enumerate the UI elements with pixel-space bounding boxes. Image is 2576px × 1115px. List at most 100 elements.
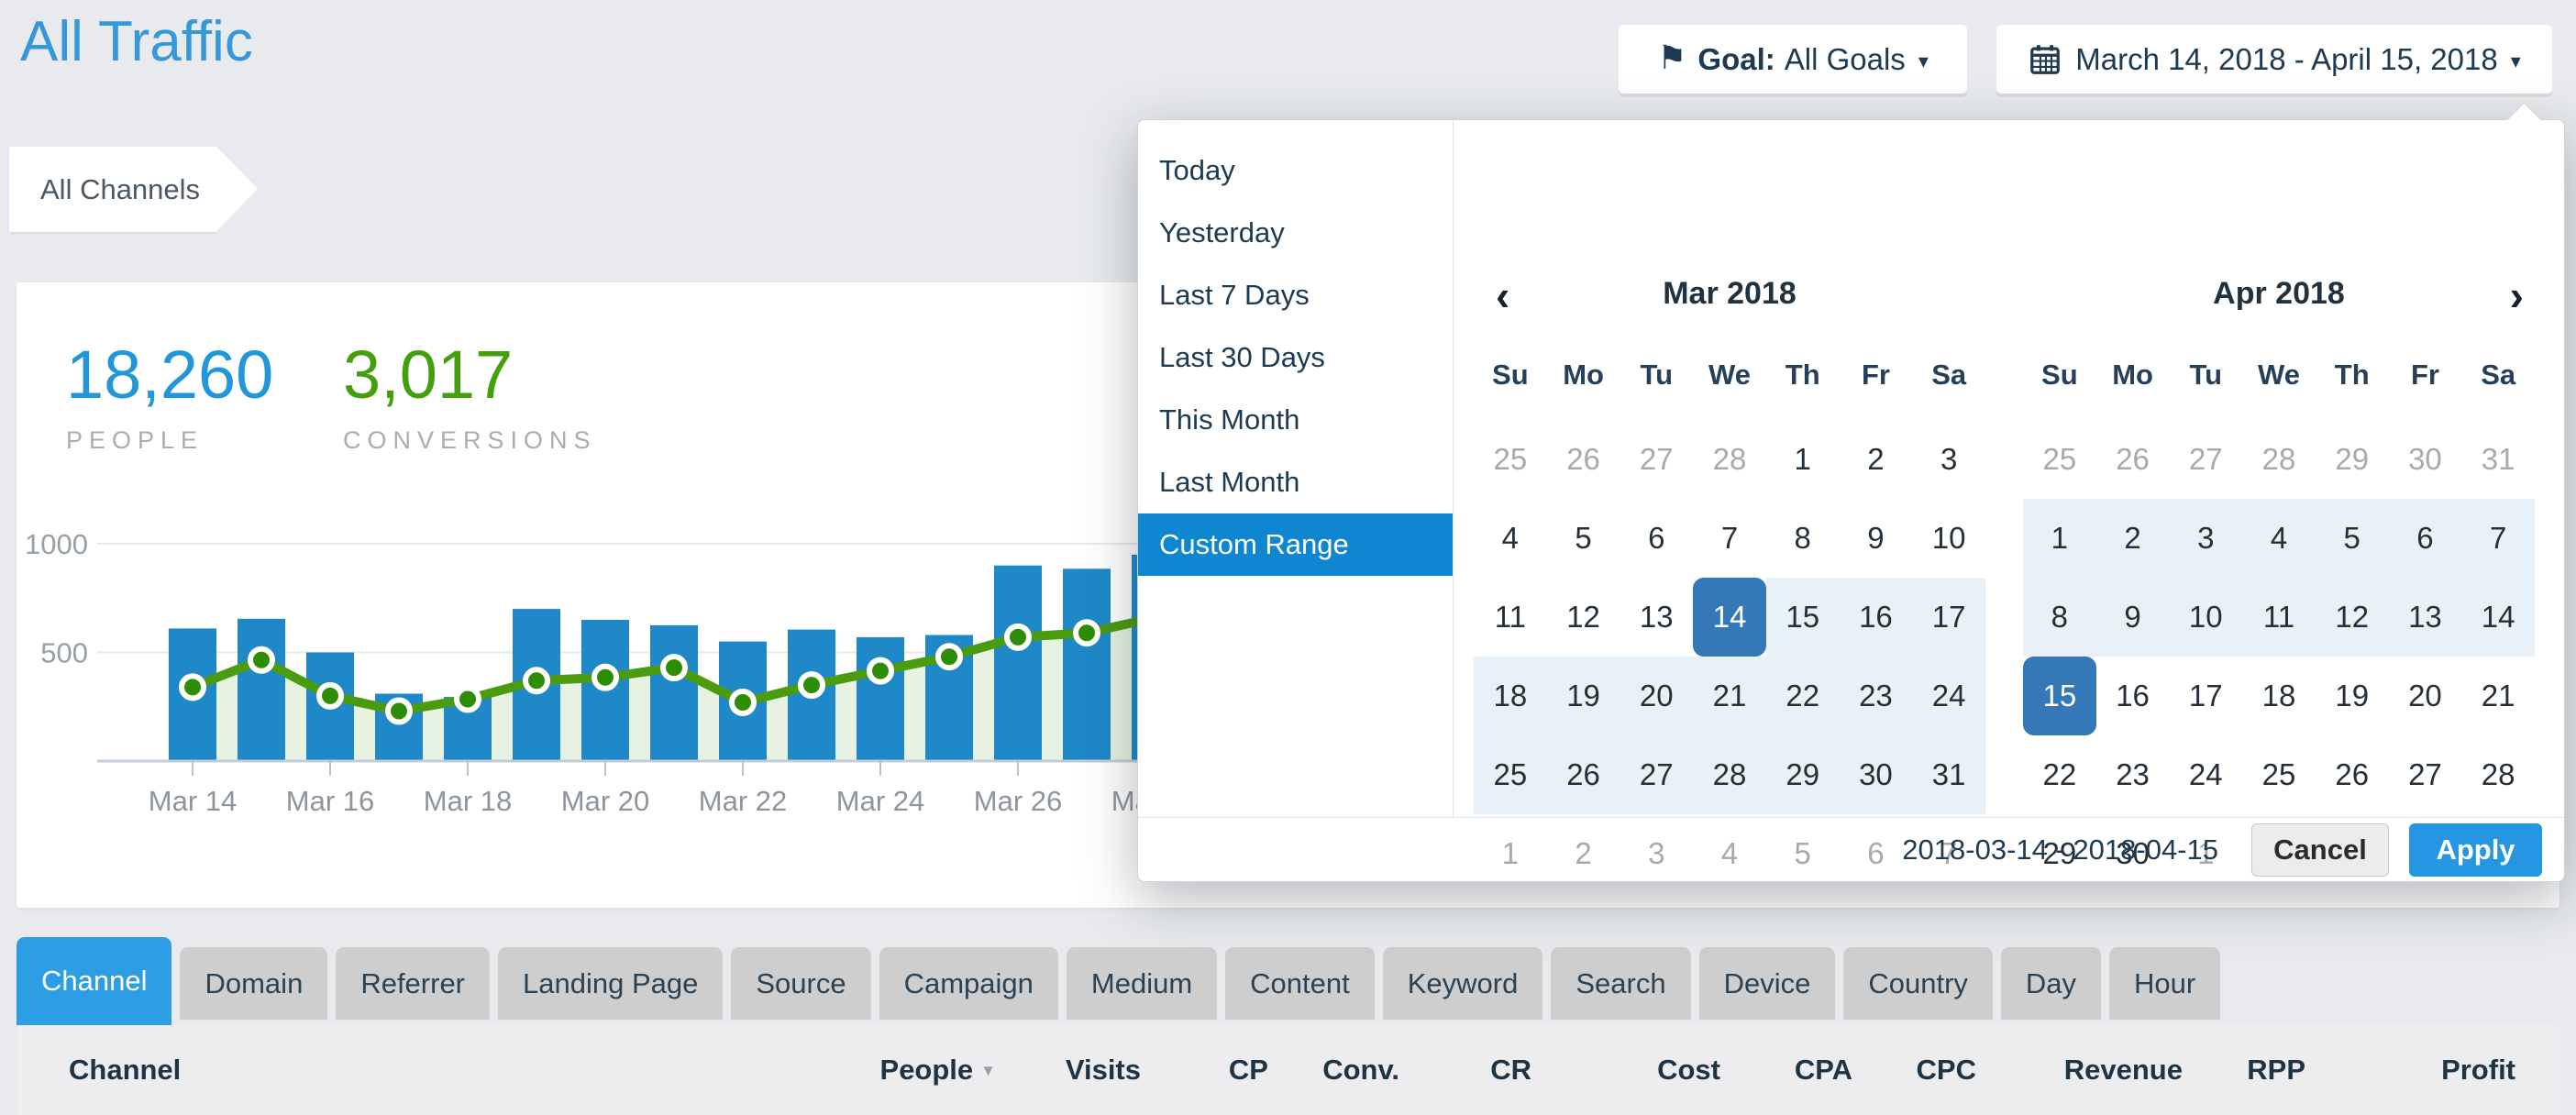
day-cell[interactable]: 8 [2023, 578, 2096, 657]
preset-this-month[interactable]: This Month [1138, 389, 1453, 451]
day-cell[interactable]: 16 [2096, 657, 2170, 735]
day-cell[interactable]: 19 [1547, 657, 1620, 735]
tab-campaign[interactable]: Campaign [879, 947, 1058, 1020]
day-cell[interactable]: 29 [2316, 420, 2389, 499]
day-cell[interactable]: 31 [2461, 420, 2535, 499]
preset-last-month[interactable]: Last Month [1138, 451, 1453, 513]
day-cell[interactable]: 7 [1693, 499, 1766, 578]
column-header-profit[interactable]: Profit [2305, 1054, 2515, 1087]
day-cell[interactable]: 28 [1693, 420, 1766, 499]
day-cell[interactable]: 26 [2096, 420, 2170, 499]
tab-referrer[interactable]: Referrer [336, 947, 490, 1020]
day-cell[interactable]: 19 [2316, 657, 2389, 735]
day-cell[interactable]: 8 [1766, 499, 1840, 578]
tab-content[interactable]: Content [1225, 947, 1375, 1020]
column-header-cr[interactable]: CR [1399, 1054, 1531, 1087]
day-cell[interactable]: 4 [1474, 499, 1547, 578]
day-cell[interactable]: 22 [2023, 735, 2096, 814]
column-header-revenue[interactable]: Revenue [1976, 1054, 2183, 1087]
day-cell[interactable]: 18 [2242, 657, 2316, 735]
day-cell[interactable]: 4 [2242, 499, 2316, 578]
day-cell[interactable]: 15 [2023, 657, 2096, 735]
preset-today[interactable]: Today [1138, 139, 1453, 202]
column-header-cpa[interactable]: CPA [1720, 1054, 1852, 1087]
day-cell[interactable]: 27 [1620, 735, 1693, 814]
day-cell[interactable]: 25 [2242, 735, 2316, 814]
day-cell[interactable]: 26 [1547, 735, 1620, 814]
day-cell[interactable]: 27 [1620, 420, 1693, 499]
day-cell[interactable]: 29 [1766, 735, 1840, 814]
column-header-cp[interactable]: CP [1141, 1054, 1268, 1087]
day-cell[interactable]: 28 [2461, 735, 2535, 814]
day-cell[interactable]: 31 [1912, 735, 1985, 814]
day-cell[interactable]: 23 [2096, 735, 2170, 814]
day-cell[interactable]: 5 [1547, 499, 1620, 578]
day-cell[interactable]: 24 [1912, 657, 1985, 735]
tab-medium[interactable]: Medium [1067, 947, 1217, 1020]
tab-domain[interactable]: Domain [180, 947, 327, 1020]
day-cell[interactable]: 6 [1620, 499, 1693, 578]
day-cell[interactable]: 23 [1840, 657, 1913, 735]
day-cell[interactable]: 26 [1547, 420, 1620, 499]
day-cell[interactable]: 26 [2316, 735, 2389, 814]
day-cell[interactable]: 1 [2023, 499, 2096, 578]
tab-channel[interactable]: Channel [17, 937, 171, 1025]
day-cell[interactable]: 9 [2096, 578, 2170, 657]
tab-day[interactable]: Day [2001, 947, 2101, 1020]
day-cell[interactable]: 3 [1912, 420, 1985, 499]
day-cell[interactable]: 14 [2461, 578, 2535, 657]
preset-custom-range[interactable]: Custom Range [1138, 513, 1453, 576]
column-header-conv-[interactable]: Conv. [1268, 1054, 1399, 1087]
day-cell[interactable]: 24 [2169, 735, 2242, 814]
day-cell[interactable]: 30 [1840, 735, 1913, 814]
day-cell[interactable]: 11 [2242, 578, 2316, 657]
day-cell[interactable]: 16 [1840, 578, 1913, 657]
column-header-people[interactable]: People▼ [721, 1054, 996, 1087]
day-cell[interactable]: 25 [1474, 735, 1547, 814]
tab-keyword[interactable]: Keyword [1383, 947, 1543, 1020]
column-header-cpc[interactable]: CPC [1852, 1054, 1976, 1087]
day-cell[interactable]: 20 [2389, 657, 2462, 735]
day-cell[interactable]: 2 [2096, 499, 2170, 578]
goal-selector-button[interactable]: ⚑ Goal: All Goals ▾ [1619, 25, 1967, 94]
day-cell[interactable]: 10 [2169, 578, 2242, 657]
day-cell[interactable]: 28 [1693, 735, 1766, 814]
cancel-button[interactable]: Cancel [2251, 823, 2389, 877]
date-range-button[interactable]: March 14, 2018 - April 15, 2018 ▾ [1996, 25, 2552, 94]
column-header-channel[interactable]: Channel [17, 1054, 721, 1087]
preset-last-30-days[interactable]: Last 30 Days [1138, 326, 1453, 389]
day-cell[interactable]: 6 [2389, 499, 2462, 578]
day-cell[interactable]: 25 [1474, 420, 1547, 499]
day-cell[interactable]: 12 [2316, 578, 2389, 657]
day-cell[interactable]: 7 [2461, 499, 2535, 578]
day-cell[interactable]: 9 [1840, 499, 1913, 578]
day-cell[interactable]: 2 [1840, 420, 1913, 499]
day-cell[interactable]: 10 [1912, 499, 1985, 578]
preset-last-7-days[interactable]: Last 7 Days [1138, 264, 1453, 326]
day-cell[interactable]: 21 [1693, 657, 1766, 735]
tab-search[interactable]: Search [1551, 947, 1690, 1020]
day-cell[interactable]: 3 [2169, 499, 2242, 578]
preset-yesterday[interactable]: Yesterday [1138, 202, 1453, 264]
day-cell[interactable]: 1 [1766, 420, 1840, 499]
tab-landing-page[interactable]: Landing Page [498, 947, 723, 1020]
day-cell[interactable]: 27 [2169, 420, 2242, 499]
day-cell[interactable]: 21 [2461, 657, 2535, 735]
day-cell[interactable]: 20 [1620, 657, 1693, 735]
breadcrumb[interactable]: All Channels [9, 147, 216, 232]
day-cell[interactable]: 15 [1766, 578, 1840, 657]
column-header-rpp[interactable]: RPP [2183, 1054, 2305, 1087]
tab-country[interactable]: Country [1843, 947, 1993, 1020]
tab-source[interactable]: Source [731, 947, 870, 1020]
day-cell[interactable]: 30 [2389, 420, 2462, 499]
day-cell[interactable]: 22 [1766, 657, 1840, 735]
day-cell[interactable]: 14 [1693, 578, 1766, 657]
day-cell[interactable]: 13 [2389, 578, 2462, 657]
day-cell[interactable]: 27 [2389, 735, 2462, 814]
apply-button[interactable]: Apply [2409, 823, 2542, 877]
tab-hour[interactable]: Hour [2109, 947, 2220, 1020]
day-cell[interactable]: 25 [2023, 420, 2096, 499]
tab-device[interactable]: Device [1699, 947, 1836, 1020]
column-header-visits[interactable]: Visits [996, 1054, 1141, 1087]
day-cell[interactable]: 18 [1474, 657, 1547, 735]
